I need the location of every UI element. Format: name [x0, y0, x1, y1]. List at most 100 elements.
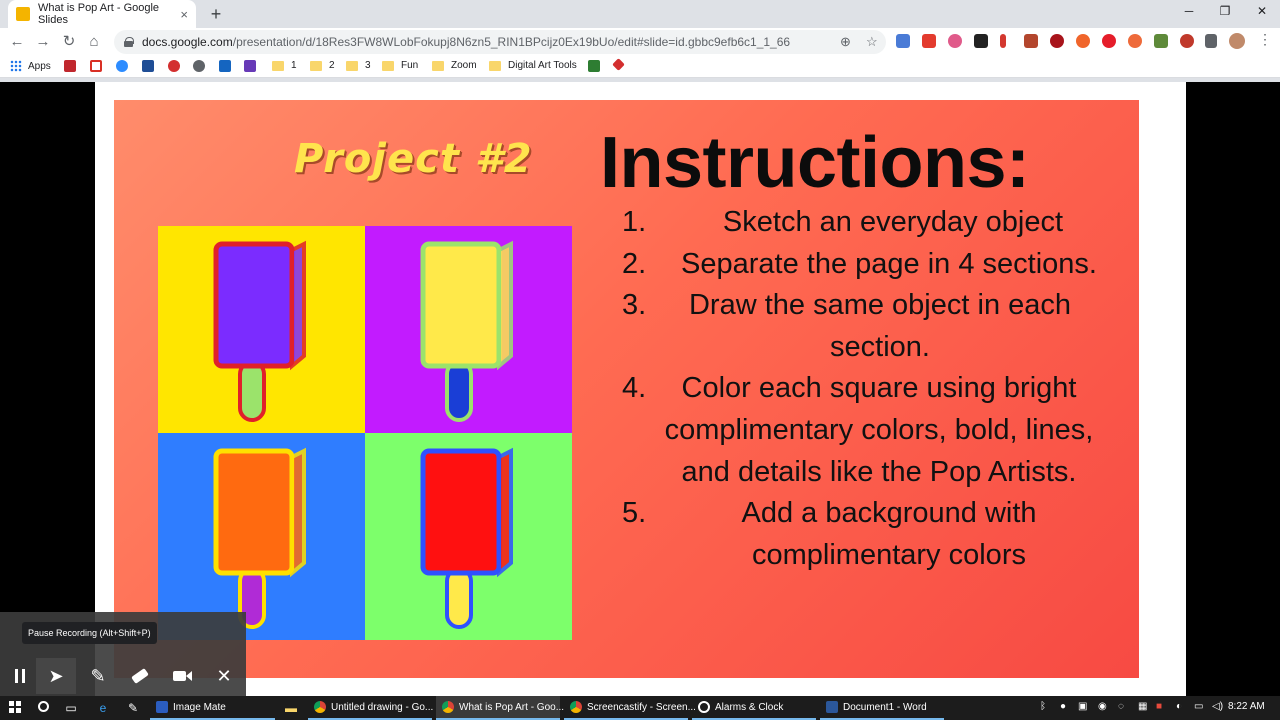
- popsicle-body: [420, 241, 502, 369]
- paint-icon[interactable]: ✎: [126, 701, 140, 715]
- bluetooth-icon[interactable]: ᛒ: [1040, 701, 1046, 712]
- taskbar-item-screencastify[interactable]: Screencastify - Screen...: [564, 696, 696, 720]
- translate-icon[interactable]: [896, 34, 910, 48]
- bookmark-icon[interactable]: [142, 60, 160, 72]
- pause-icon: [15, 669, 25, 683]
- chrome-icon: [442, 701, 454, 713]
- extension-icon[interactable]: [1076, 34, 1090, 48]
- popsicle-side: [497, 240, 513, 371]
- back-icon[interactable]: ←: [8, 33, 26, 51]
- extension-icon[interactable]: [1024, 34, 1038, 48]
- popsicle-stick: [445, 360, 473, 422]
- bookmark-folder-3[interactable]: 3: [346, 60, 371, 71]
- popsicle-stick: [445, 567, 473, 629]
- url-host: docs.google.com: [142, 35, 233, 49]
- eraser-icon: [131, 668, 149, 684]
- search-icon[interactable]: [36, 701, 50, 715]
- folder-icon: [489, 60, 501, 71]
- tray-icon[interactable]: ◉: [1098, 701, 1107, 712]
- tab-close-icon[interactable]: ×: [180, 7, 188, 22]
- gmail-icon[interactable]: [90, 60, 108, 72]
- bookmark-folder-zoom[interactable]: Zoom: [432, 60, 477, 71]
- taskbar-item-image-mate[interactable]: Image Mate: [150, 696, 275, 720]
- menu-icon[interactable]: ⋮: [1258, 31, 1272, 47]
- camera-button[interactable]: [162, 658, 202, 694]
- bookmark-apps[interactable]: Apps: [10, 60, 51, 72]
- home-icon[interactable]: ⌂: [85, 33, 103, 51]
- extension-icon[interactable]: [1154, 34, 1168, 48]
- zoom-icon[interactable]: ⊕: [840, 34, 851, 50]
- forward-icon[interactable]: →: [34, 33, 52, 51]
- taskbar-item-untitled-drawing[interactable]: Untitled drawing - Go...: [308, 696, 433, 720]
- star-icon[interactable]: ☆: [866, 34, 878, 50]
- mic-icon[interactable]: ●: [1060, 701, 1066, 712]
- camera-icon: [172, 671, 186, 681]
- volume-icon[interactable]: ◁): [1212, 701, 1223, 712]
- edge-icon[interactable]: e: [96, 701, 110, 715]
- close-icon: ✕: [216, 665, 232, 686]
- flag-icon[interactable]: [974, 34, 988, 48]
- project-title: Project #2: [294, 136, 533, 182]
- address-bar[interactable]: docs.google.com /presentation/d/18Res3FW…: [114, 30, 886, 54]
- windows-taskbar: ▭ e ✎ Image Mate ▬ Untitled drawing - Go…: [0, 696, 1280, 720]
- extension-icon[interactable]: [1128, 34, 1142, 48]
- lock-icon: [124, 37, 134, 47]
- popsicle-stick: [238, 360, 266, 422]
- extension-icon[interactable]: [948, 34, 962, 48]
- popsicle-body: [213, 241, 295, 369]
- bookmark-folder-fun[interactable]: Fun: [382, 60, 418, 71]
- close-toolbar-button[interactable]: ✕: [204, 658, 244, 694]
- tray-icon[interactable]: ■: [1156, 701, 1162, 712]
- windows-start-icon[interactable]: [8, 701, 22, 715]
- avatar[interactable]: [1229, 33, 1245, 49]
- slides-icon: [16, 7, 30, 21]
- maximize-button[interactable]: ❐: [1210, 4, 1240, 18]
- taskbar-item-word[interactable]: Document1 - Word: [820, 696, 944, 720]
- quadrant-top-left: [158, 226, 365, 433]
- taskbar-item-alarms-clock[interactable]: Alarms & Clock: [692, 696, 816, 720]
- globe-icon[interactable]: [193, 60, 211, 72]
- pen-tool-button[interactable]: ✎: [78, 658, 118, 694]
- bookmark-folder-digital-art[interactable]: Digital Art Tools: [489, 60, 577, 71]
- instructions-heading: Instructions:: [600, 123, 1030, 203]
- quadrant-top-right: [365, 226, 572, 433]
- folder-icon: [432, 60, 444, 71]
- cursor-tool-button[interactable]: ➤: [36, 658, 76, 694]
- pause-button[interactable]: [0, 658, 40, 694]
- new-tab-button[interactable]: +: [206, 4, 226, 25]
- extension-icon[interactable]: [922, 34, 936, 48]
- reload-icon[interactable]: ↻: [60, 33, 78, 51]
- extension-icon[interactable]: [1180, 34, 1194, 48]
- tab-active[interactable]: What is Pop Art - Google Slides ×: [8, 0, 196, 28]
- file-explorer-icon[interactable]: ▬: [284, 701, 298, 715]
- tray-icon[interactable]: ▦: [1138, 701, 1147, 712]
- clock-icon: [698, 701, 710, 713]
- forms-icon[interactable]: [244, 60, 262, 72]
- extension-icon[interactable]: [1102, 34, 1116, 48]
- tray-icon[interactable]: ◐: [1176, 701, 1182, 712]
- heart-icon[interactable]: [612, 58, 629, 71]
- network-icon[interactable]: ▭: [1194, 701, 1203, 712]
- screencastify-toolbar: Pause Recording (Alt+Shift+P) ➤ ✎ ✕: [0, 612, 246, 696]
- puzzle-icon[interactable]: [1205, 34, 1217, 48]
- bookmark-icon[interactable]: [588, 60, 606, 72]
- eraser-tool-button[interactable]: [120, 658, 160, 694]
- bookmark-icon[interactable]: [168, 60, 186, 72]
- extension-icon[interactable]: [1000, 34, 1006, 48]
- bookmark-icon[interactable]: [64, 60, 82, 72]
- zoom-icon[interactable]: [116, 60, 134, 72]
- zoom-tray-icon[interactable]: ▣: [1078, 701, 1087, 712]
- close-window-button[interactable]: ✕: [1247, 4, 1277, 18]
- tab-title: What is Pop Art - Google Slides: [38, 2, 160, 26]
- tray-icon[interactable]: ◌: [1118, 701, 1124, 712]
- taskbar-item-what-is-pop-art[interactable]: What is Pop Art - Goo...: [436, 696, 564, 720]
- extension-icon[interactable]: [1050, 34, 1064, 48]
- bookmark-folder-2[interactable]: 2: [310, 60, 335, 71]
- taskbar-clock[interactable]: 8:22 AM: [1228, 701, 1265, 712]
- bookmark-folder-1[interactable]: 1: [272, 60, 297, 71]
- bookmark-icon[interactable]: [219, 60, 237, 72]
- list-item: 2. Separate the page in 4 sections.: [622, 247, 1097, 280]
- minimize-button[interactable]: ─: [1174, 4, 1204, 18]
- slide: Project #2 Instructions: 1. Sketch an ev…: [114, 100, 1139, 678]
- task-view-icon[interactable]: ▭: [64, 701, 78, 715]
